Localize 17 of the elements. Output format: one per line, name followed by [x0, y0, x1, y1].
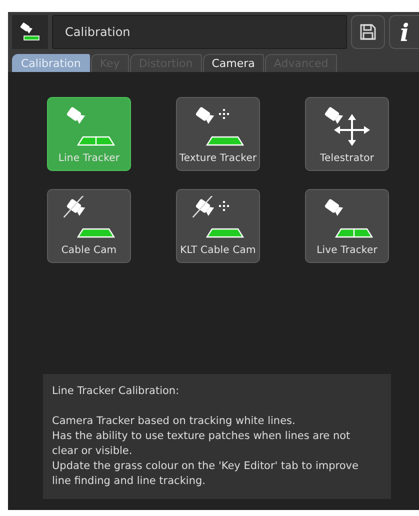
save-button[interactable] [351, 15, 385, 49]
tracker-button[interactable]: Telestrator [305, 97, 389, 171]
description-text: Update the grass colour on the 'Key Editor' tab to improve line finding and line tracking. [52, 459, 360, 489]
info-button[interactable]: i [389, 15, 419, 49]
tab[interactable]: Camera [202, 54, 264, 72]
title-field[interactable]: Calibration [52, 15, 347, 49]
tracker-button[interactable]: Cable Cam [47, 189, 131, 263]
cable-camera-icon [191, 196, 245, 240]
description-text: Has the ability to use texture patches when lines are not clear or visible. [52, 429, 352, 459]
tracker-button[interactable]: Live Tracker [305, 189, 389, 263]
tracker-button[interactable]: Texture Tracker [176, 97, 260, 171]
tracker-button[interactable]: KLT Cable Cam [176, 189, 260, 263]
description-title: Line Tracker Calibration: [52, 384, 180, 399]
calibration-icon [19, 22, 41, 42]
cable-camera-icon [62, 196, 116, 240]
description-text: Camera Tracker based on tracking white lines. [52, 414, 296, 429]
save-icon [359, 23, 377, 41]
